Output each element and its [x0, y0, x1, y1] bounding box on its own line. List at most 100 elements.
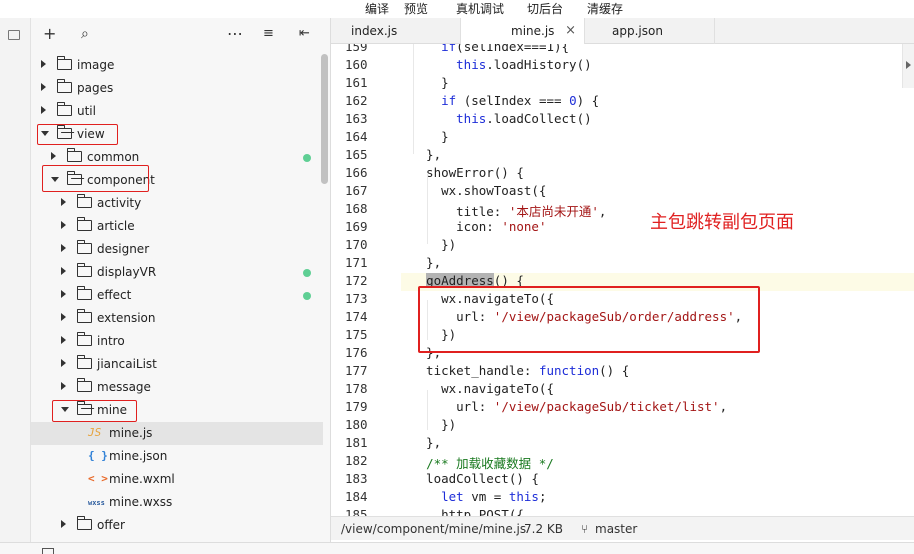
code-line[interactable]: ticket_handle: function() { [411, 363, 629, 378]
code-line[interactable]: loadCollect() { [411, 471, 539, 486]
background-button[interactable]: 切后台 [527, 0, 563, 17]
tree-item-image[interactable]: image [31, 54, 323, 77]
tree-item-label: displayVR [97, 265, 157, 279]
code-line[interactable]: }) [411, 237, 456, 252]
line-number: 166 [345, 165, 368, 180]
tree-item-pages[interactable]: pages [31, 77, 323, 100]
code-editor[interactable]: 159 160 161 162 163 164 165 166 167 168 169 170 171 1… [331, 44, 914, 516]
code-line[interactable]: } [411, 129, 449, 144]
wxss-file-icon: wxss [88, 499, 105, 507]
tree-item-mine-js[interactable]: JS mine.js [31, 422, 323, 445]
code-line[interactable]: }, [411, 147, 441, 162]
line-number: 182 [345, 453, 368, 468]
code-line[interactable]: this.loadCollect() [411, 111, 591, 126]
chevron-right-icon[interactable] [61, 359, 66, 367]
search-icon[interactable]: ⌕ [81, 26, 89, 42]
line-number: 169 [345, 219, 368, 234]
tab-app-json[interactable]: app.json [585, 18, 715, 44]
status-dot [303, 154, 311, 162]
code-line[interactable]: wx.showToast({ [411, 183, 546, 198]
tree-item-message[interactable]: message [31, 376, 323, 399]
tree-item-mine-wxml[interactable]: < > mine.wxml [31, 468, 323, 491]
editor-scroll-control[interactable] [902, 44, 914, 88]
chevron-right-icon[interactable] [41, 60, 46, 68]
code-line[interactable]: }, [411, 255, 441, 270]
folder-icon [76, 217, 92, 231]
line-number: 174 [345, 309, 368, 324]
code-line[interactable]: /** 加载收藏数据 */ [411, 453, 554, 472]
code-line[interactable]: }) [411, 417, 456, 432]
preview-button[interactable]: 预览 [404, 0, 428, 17]
code-line[interactable]: if (selIndex === 0) { [411, 93, 599, 108]
annotation-box-view [37, 124, 118, 145]
line-number: 165 [345, 147, 368, 162]
add-file-icon[interactable]: + [43, 26, 56, 42]
pages-icon[interactable] [8, 30, 20, 40]
tree-item-label: pages [77, 81, 114, 95]
tab-mine-js[interactable]: mine.js × [461, 18, 585, 45]
chevron-right-icon[interactable] [906, 61, 911, 69]
tree-item-offer[interactable]: offer [31, 514, 323, 537]
code-line[interactable]: if(selIndex===1){ [411, 44, 569, 54]
tree-item-article[interactable]: article [31, 215, 323, 238]
annotation-text: 主包跳转副包页面 [650, 212, 794, 233]
chevron-right-icon[interactable] [51, 152, 56, 160]
sort-icon[interactable]: ≡ [263, 26, 274, 42]
chevron-right-icon[interactable] [61, 336, 66, 344]
chevron-right-icon[interactable] [61, 382, 66, 390]
tab-index-js[interactable]: index.js [331, 18, 461, 44]
line-number: 185 [345, 507, 368, 516]
tree-item-label: mine.json [109, 449, 168, 463]
indent-guide [427, 390, 428, 430]
code-line[interactable]: title: '本店尚未开通', [411, 201, 606, 220]
tree-item-util[interactable]: util [31, 100, 323, 123]
panel-icon[interactable] [42, 548, 54, 554]
tree-item-extension[interactable]: extension [31, 307, 323, 330]
tree-item-mine-json[interactable]: { } mine.json [31, 445, 323, 468]
js-file-icon: JS [88, 426, 102, 439]
chevron-right-icon[interactable] [61, 244, 66, 252]
code-line[interactable]: }, [411, 435, 441, 450]
chevron-right-icon[interactable] [41, 106, 46, 114]
chevron-right-icon[interactable] [61, 313, 66, 321]
code-line[interactable]: url: '/view/packageSub/ticket/list', [411, 399, 727, 414]
chevron-right-icon[interactable] [61, 267, 66, 275]
tree-item-activity[interactable]: activity [31, 192, 323, 215]
tree-item-jiancailist[interactable]: jiancaiList [31, 353, 323, 376]
file-size: 7.2 KB [524, 522, 563, 536]
tree-item-intro[interactable]: intro [31, 330, 323, 353]
code-line[interactable]: icon: 'none' [411, 219, 546, 234]
chevron-right-icon[interactable] [61, 221, 66, 229]
line-number: 164 [345, 129, 368, 144]
tree-item-label: mine.js [109, 426, 153, 440]
chevron-right-icon[interactable] [61, 198, 66, 206]
chevron-right-icon[interactable] [41, 83, 46, 91]
tree-item-effect[interactable]: effect [31, 284, 323, 307]
compile-button[interactable]: 编译 [365, 0, 389, 17]
code-line[interactable]: } [411, 75, 449, 90]
clear-cache-button[interactable]: 清缓存 [587, 0, 623, 17]
tree-item-designer[interactable]: designer [31, 238, 323, 261]
status-dot [303, 269, 311, 277]
explorer-toolbar: + ⌕ ⋯ ≡ ⇤ [31, 18, 331, 52]
line-number: 168 [345, 201, 368, 216]
folder-icon [56, 56, 72, 70]
tree-item-displayvr[interactable]: displayVR [31, 261, 323, 284]
collapse-icon[interactable]: ⇤ [299, 26, 310, 42]
code-line[interactable]: this.loadHistory() [411, 57, 591, 72]
chevron-right-icon[interactable] [61, 520, 66, 528]
chevron-right-icon[interactable] [61, 290, 66, 298]
more-icon[interactable]: ⋯ [227, 26, 243, 42]
code-line[interactable]: http.POST({ [411, 507, 524, 516]
line-number: 175 [345, 327, 368, 342]
code-line[interactable]: wx.navigateTo({ [411, 381, 554, 396]
line-number: 172 [345, 273, 368, 288]
indent-guide [427, 174, 428, 244]
code-line[interactable]: let vm = this; [411, 489, 546, 504]
line-number: 179 [345, 399, 368, 414]
git-branch[interactable]: master [595, 522, 637, 536]
tree-item-label: mine.wxml [109, 472, 175, 486]
device-debug-button[interactable]: 真机调试 [456, 0, 504, 17]
close-icon[interactable]: × [565, 23, 576, 38]
tree-item-mine-wxss[interactable]: wxss mine.wxss [31, 491, 323, 514]
